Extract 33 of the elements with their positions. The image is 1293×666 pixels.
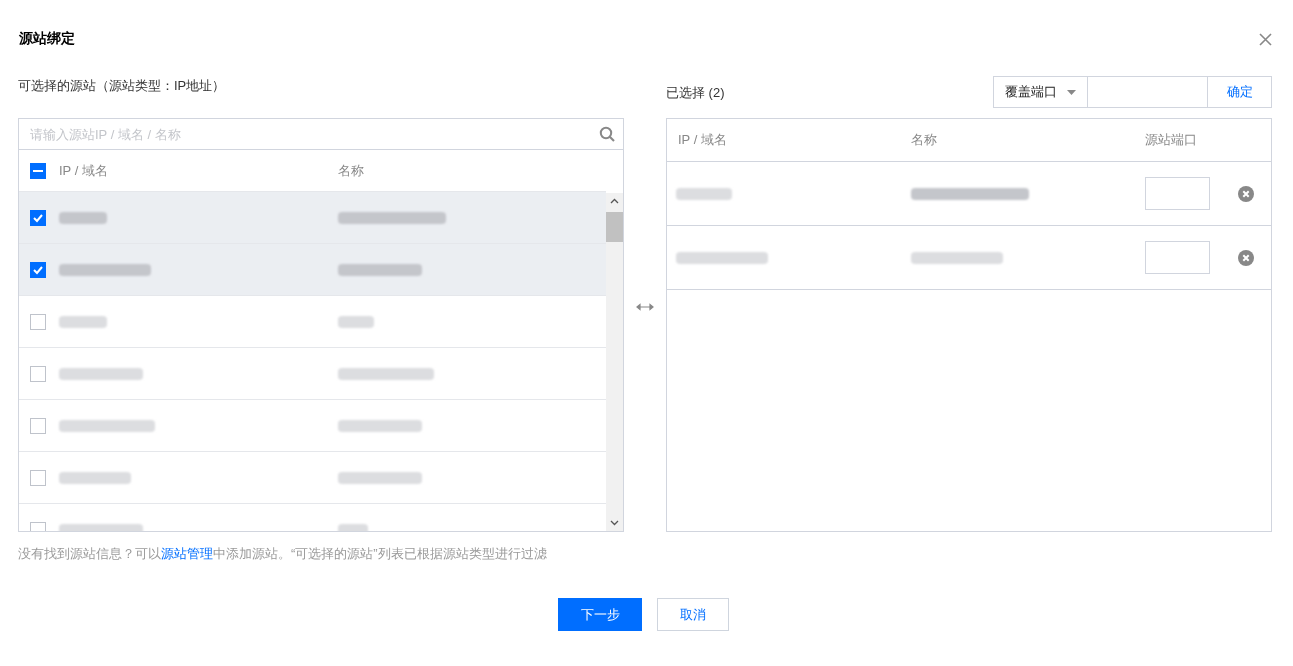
column-header: 名称 <box>338 161 364 180</box>
port-mode-dropdown[interactable]: 覆盖端口 <box>993 76 1088 108</box>
confirm-button[interactable]: 确定 <box>1208 76 1272 108</box>
scrollbar[interactable] <box>606 193 623 531</box>
panel-label: 已选择 (2) <box>666 84 726 103</box>
panel-label: 可选择的源站（源站类型：IP地址） <box>18 77 227 95</box>
checkbox[interactable] <box>30 365 46 382</box>
checkbox[interactable] <box>30 261 46 278</box>
checkbox[interactable] <box>30 209 46 226</box>
remove-icon[interactable] <box>1238 249 1254 266</box>
checkbox[interactable] <box>30 469 46 486</box>
hint-text: 没有找到源站信息？可以源站管理中添加源站。“可选择的源站”列表已根据源站类型进行过滤 <box>18 545 547 563</box>
dialog-title: 源站绑定 <box>19 29 75 48</box>
port-field[interactable] <box>1145 241 1210 274</box>
scroll-down-icon[interactable] <box>610 520 619 526</box>
cancel-button[interactable]: 取消 <box>657 598 729 631</box>
checkbox[interactable] <box>30 417 46 434</box>
search-icon[interactable] <box>599 126 615 142</box>
transfer-icon <box>636 303 654 311</box>
column-header: IP / 域名 <box>59 161 109 180</box>
source-management-link[interactable]: 源站管理 <box>161 546 213 561</box>
checkbox[interactable] <box>30 313 46 330</box>
next-button[interactable]: 下一步 <box>558 598 642 631</box>
caret-icon <box>1067 89 1076 95</box>
column-header: 源站端口 <box>1145 131 1197 150</box>
close-icon[interactable] <box>1259 33 1272 46</box>
column-header: 名称 <box>911 131 938 150</box>
column-header: IP / 域名 <box>678 131 728 150</box>
select-all-checkbox[interactable] <box>30 162 46 179</box>
scrollbar-thumb[interactable] <box>606 212 623 242</box>
port-field[interactable] <box>1145 177 1210 210</box>
remove-icon[interactable] <box>1238 185 1254 202</box>
scroll-up-icon[interactable] <box>610 198 619 204</box>
